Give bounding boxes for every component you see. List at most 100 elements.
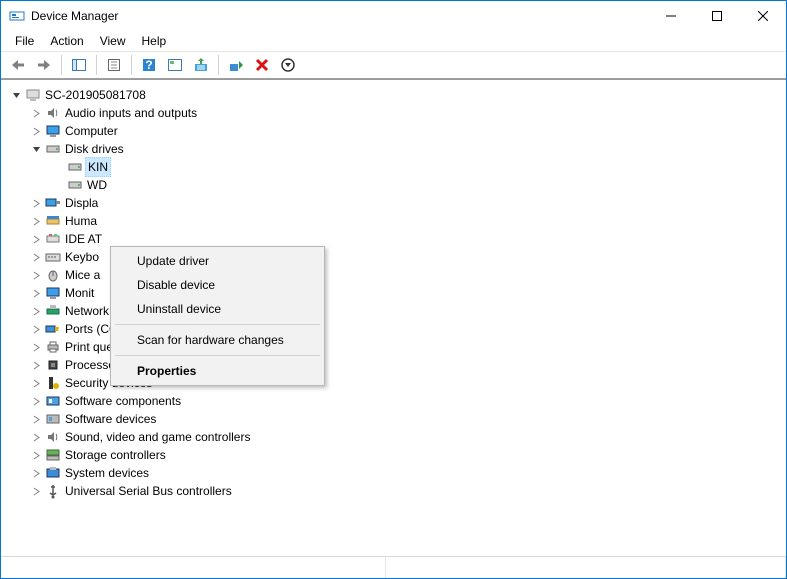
security-icon: [45, 375, 61, 391]
tree-item-system[interactable]: System devices: [7, 464, 780, 482]
arrow-placeholder: [51, 160, 65, 174]
properties-button[interactable]: [103, 54, 125, 76]
context-menu-separator: [115, 355, 320, 356]
tree-item-usb[interactable]: Universal Serial Bus controllers: [7, 482, 780, 500]
tree-item-swdevices[interactable]: Software devices: [7, 410, 780, 428]
help-button[interactable]: ?: [138, 54, 160, 76]
maximize-button[interactable]: [694, 1, 740, 31]
chevron-right-icon[interactable]: [29, 376, 43, 390]
chevron-right-icon[interactable]: [29, 268, 43, 282]
mouse-icon: [45, 267, 61, 283]
forward-button[interactable]: [33, 54, 55, 76]
window-controls: [648, 1, 786, 31]
tree-item-label: KIN: [85, 157, 111, 177]
tree-item-storage[interactable]: Storage controllers: [7, 446, 780, 464]
chevron-right-icon[interactable]: [29, 466, 43, 480]
tree-root[interactable]: SC-201905081708: [7, 86, 780, 104]
context-menu-properties[interactable]: Properties: [113, 359, 322, 383]
chevron-right-icon[interactable]: [29, 124, 43, 138]
computer-icon: [25, 87, 41, 103]
tree-item-label: Storage controllers: [65, 446, 166, 464]
context-menu-update-driver[interactable]: Update driver: [113, 249, 322, 273]
menu-action[interactable]: Action: [42, 32, 91, 50]
tree-item-audio[interactable]: Audio inputs and outputs: [7, 104, 780, 122]
scan-hardware-button[interactable]: [164, 54, 186, 76]
software-icon: [45, 393, 61, 409]
tree-item-hid[interactable]: Huma: [7, 212, 780, 230]
tree-item-label: System devices: [65, 464, 149, 482]
tree-panel: SC-201905081708 Audio inputs and outputs…: [1, 79, 786, 556]
toolbar-separator: [131, 55, 132, 75]
disable-device-button[interactable]: [277, 54, 299, 76]
tree-item-label: Audio inputs and outputs: [65, 104, 197, 122]
keyboard-icon: [45, 249, 61, 265]
context-menu-separator: [115, 324, 320, 325]
menu-view[interactable]: View: [92, 32, 134, 50]
tree-item-disk-kingston[interactable]: KIN: [7, 158, 780, 176]
tree-item-label: Computer: [65, 122, 118, 140]
close-button[interactable]: [740, 1, 786, 31]
chevron-right-icon[interactable]: [29, 394, 43, 408]
tree-item-label: Keybo: [65, 248, 99, 266]
chevron-right-icon[interactable]: [29, 322, 43, 336]
chevron-right-icon[interactable]: [29, 484, 43, 498]
network-icon: [45, 303, 61, 319]
context-menu-scan-hardware[interactable]: Scan for hardware changes: [113, 328, 322, 352]
monitor-icon: [45, 123, 61, 139]
chevron-right-icon[interactable]: [29, 448, 43, 462]
chevron-right-icon[interactable]: [29, 340, 43, 354]
update-driver-button[interactable]: [190, 54, 212, 76]
toolbar-separator: [61, 55, 62, 75]
sound-icon: [45, 429, 61, 445]
chevron-right-icon[interactable]: [29, 106, 43, 120]
chevron-down-icon[interactable]: [9, 88, 23, 102]
show-hide-tree-button[interactable]: [68, 54, 90, 76]
disk-icon: [45, 141, 61, 157]
chevron-right-icon[interactable]: [29, 358, 43, 372]
context-menu-disable-device[interactable]: Disable device: [113, 273, 322, 297]
ide-icon: [45, 231, 61, 247]
chevron-right-icon[interactable]: [29, 250, 43, 264]
status-cell: [386, 557, 786, 578]
tree-item-label: Sound, video and game controllers: [65, 428, 250, 446]
status-cell: [1, 557, 386, 578]
device-manager-window: { "window": { "title": "Device Manager" …: [0, 0, 787, 579]
context-menu: Update driver Disable device Uninstall d…: [110, 246, 325, 386]
tree-item-label: Software devices: [65, 410, 156, 428]
chevron-right-icon[interactable]: [29, 430, 43, 444]
menu-help[interactable]: Help: [134, 32, 175, 50]
display-adapter-icon: [45, 195, 61, 211]
chevron-right-icon[interactable]: [29, 214, 43, 228]
context-menu-uninstall-device[interactable]: Uninstall device: [113, 297, 322, 321]
menu-file[interactable]: File: [7, 32, 42, 50]
audio-icon: [45, 105, 61, 121]
tree-item-sound[interactable]: Sound, video and game controllers: [7, 428, 780, 446]
enable-device-button[interactable]: [225, 54, 247, 76]
menubar: File Action View Help: [1, 31, 786, 51]
tree-item-disk-wd[interactable]: WD: [7, 176, 780, 194]
chevron-right-icon[interactable]: [29, 304, 43, 318]
tree-item-label: Mice a: [65, 266, 100, 284]
window-title: Device Manager: [31, 9, 648, 23]
drive-icon: [67, 159, 83, 175]
tree-item-disk-drives[interactable]: Disk drives: [7, 140, 780, 158]
svg-text:?: ?: [145, 58, 152, 72]
ports-icon: [45, 321, 61, 337]
chevron-down-icon[interactable]: [29, 142, 43, 156]
tree-item-computer[interactable]: Computer: [7, 122, 780, 140]
chevron-right-icon[interactable]: [29, 232, 43, 246]
chevron-right-icon[interactable]: [29, 412, 43, 426]
tree-item-label: Displa: [65, 194, 98, 212]
toolbar: ?: [1, 51, 786, 79]
chevron-right-icon[interactable]: [29, 286, 43, 300]
arrow-placeholder: [51, 178, 65, 192]
chevron-right-icon[interactable]: [29, 196, 43, 210]
tree-item-label: WD: [87, 176, 107, 194]
tree-item-label: Software components: [65, 392, 181, 410]
system-icon: [45, 465, 61, 481]
uninstall-device-button[interactable]: [251, 54, 273, 76]
tree-item-swcomponents[interactable]: Software components: [7, 392, 780, 410]
back-button[interactable]: [7, 54, 29, 76]
tree-item-display[interactable]: Displa: [7, 194, 780, 212]
minimize-button[interactable]: [648, 1, 694, 31]
